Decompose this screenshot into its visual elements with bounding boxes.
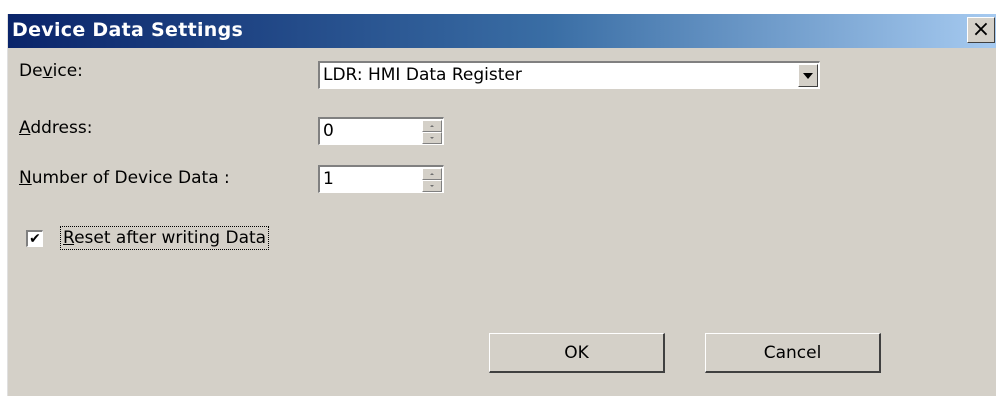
reset-label-post: eset after writing Data [74,228,267,248]
dialog-title: Device Data Settings [12,19,244,41]
address-spin-down[interactable] [422,132,442,144]
title-bar[interactable]: Device Data Settings × [8,14,996,48]
address-spin-buttons [422,120,442,144]
device-select-value: LDR: HMI Data Register [323,65,522,85]
device-label: Device: [19,61,83,81]
device-label-pre: De [19,61,43,81]
ok-button-label: OK [564,342,589,363]
count-spin-down[interactable] [422,180,442,192]
arrow-down-icon [430,137,434,139]
close-button[interactable]: × [967,17,995,43]
count-input[interactable]: 1 [323,169,334,189]
device-dropdown-button[interactable] [798,64,818,87]
count-label-accesskey: N [19,168,32,188]
address-label-post: ddress: [30,118,93,138]
address-spin-up[interactable] [422,120,442,132]
count-label: Number of Device Data : [19,168,230,188]
close-icon: × [971,17,991,42]
count-spinbox[interactable]: 1 [318,165,444,193]
address-label-accesskey: A [19,118,31,138]
count-spin-buttons [422,168,442,192]
address-input[interactable]: 0 [323,121,334,141]
arrow-up-icon [430,173,434,175]
cancel-button-label: Cancel [763,342,822,363]
reset-checkbox[interactable]: ✔ [26,230,43,247]
device-select[interactable]: LDR: HMI Data Register [318,61,820,89]
chevron-down-icon [803,72,813,79]
cancel-button[interactable]: Cancel [705,333,881,373]
device-data-settings-dialog: Device Data Settings × Device: LDR: HMI … [7,14,996,396]
checkmark-icon: ✔ [29,231,41,247]
reset-checkbox-label[interactable]: Reset after writing Data [60,226,270,250]
reset-label-accesskey: R [63,228,75,248]
arrow-up-icon [430,125,434,127]
address-label: Address: [19,118,92,138]
count-spin-up[interactable] [422,168,442,180]
device-label-post: ice: [52,61,83,81]
ok-button[interactable]: OK [489,333,665,373]
arrow-down-icon [430,185,434,187]
device-label-accesskey: v [42,61,53,81]
address-spinbox[interactable]: 0 [318,117,444,145]
count-label-post: umber of Device Data : [31,168,230,188]
